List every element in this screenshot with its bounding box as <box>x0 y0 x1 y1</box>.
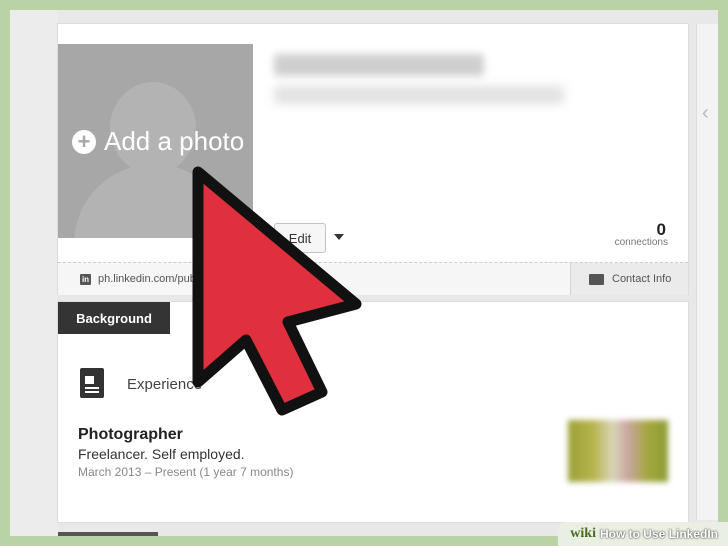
add-photo-label: Add a photo <box>104 126 245 156</box>
public-profile-url[interactable]: ph.linkedin.com/pub/ <box>98 273 199 285</box>
add-photo-link[interactable]: + Add a photo <box>72 126 244 157</box>
profile-card: + Add a photo Edit 0 connections in ph.l… <box>58 24 688 295</box>
plus-circle-icon: + <box>72 129 96 154</box>
left-gutter <box>10 10 58 536</box>
contact-info-button[interactable]: Contact Info <box>570 263 688 295</box>
bottom-tab-edge <box>58 532 158 536</box>
connections-label: connections <box>614 237 668 248</box>
contact-info-label: Contact Info <box>612 273 672 285</box>
background-tab[interactable]: Background <box>58 302 170 334</box>
edit-dropdown-caret-icon[interactable] <box>334 234 344 240</box>
contact-card-icon <box>589 273 604 285</box>
linkedin-icon: in <box>80 274 91 285</box>
job-company: Freelancer. Self employed. <box>78 446 245 462</box>
wikihow-watermark: wiki How to Use LinkedIn <box>558 522 728 546</box>
browser-viewport: + Add a photo Edit 0 connections in ph.l… <box>10 10 718 536</box>
right-rail: ‹ <box>696 24 718 520</box>
profile-name-blurred <box>274 54 484 76</box>
profile-photo-placeholder[interactable]: + Add a photo <box>58 44 253 238</box>
wiki-brand: wiki <box>570 526 596 541</box>
job-media-thumbnail[interactable] <box>568 420 668 482</box>
silhouette-body <box>74 164 234 238</box>
profile-headline-blurred <box>274 86 564 104</box>
public-profile-bar: in ph.linkedin.com/pub/ Contact Info <box>58 262 688 295</box>
job-dates: March 2013 – Present (1 year 7 months) <box>78 465 294 479</box>
experience-document-icon <box>80 368 104 398</box>
chevron-left-icon[interactable]: ‹ <box>702 102 709 125</box>
background-section: Background Experience Photographer Freel… <box>58 302 688 522</box>
watermark-title: How to Use LinkedIn <box>599 527 718 541</box>
edit-profile-button[interactable]: Edit <box>274 223 326 253</box>
experience-heading: Experience <box>127 376 203 393</box>
job-title[interactable]: Photographer <box>78 426 183 444</box>
